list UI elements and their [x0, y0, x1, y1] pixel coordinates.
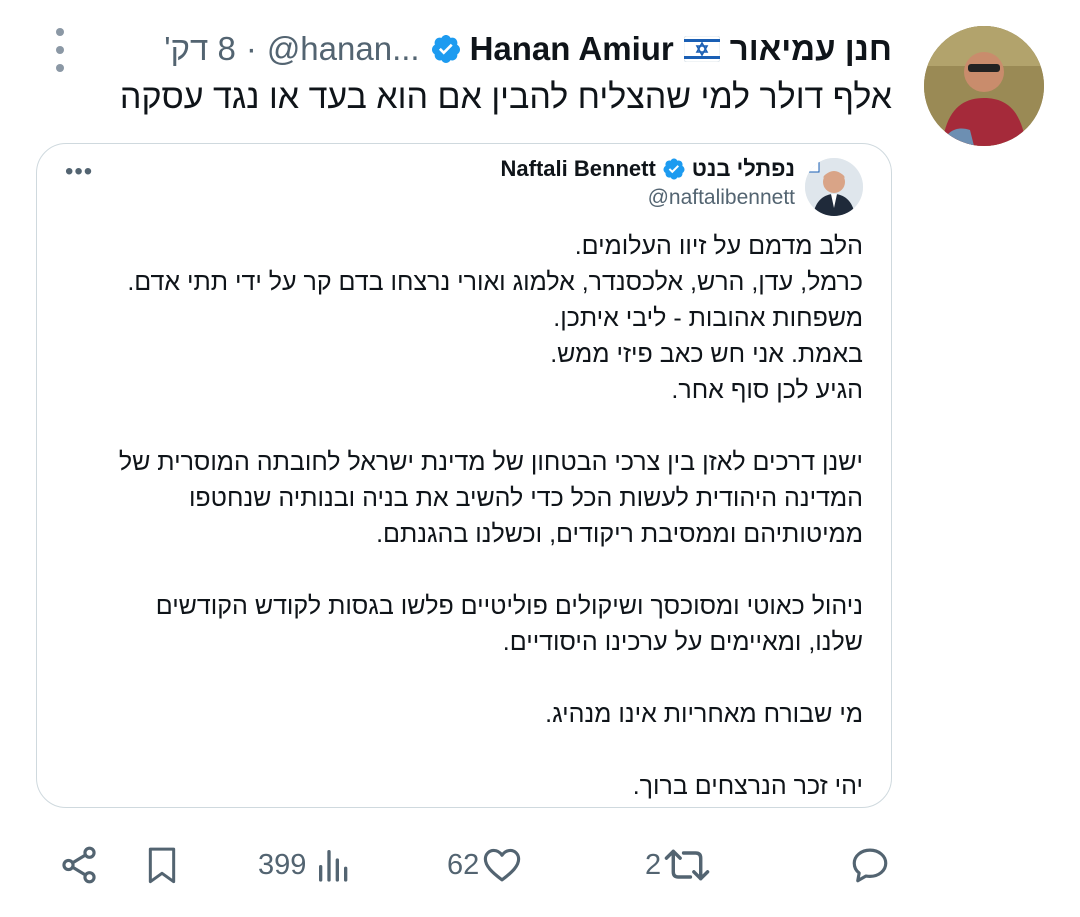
- quote-paragraph-gap: [63, 732, 863, 768]
- quote-body-line: מי שבורח מאחריות אינו מנהיג.: [545, 700, 863, 728]
- quote-author-handle[interactable]: @naftalibennett: [648, 186, 795, 210]
- quote-author-name-he[interactable]: נפתלי בנט: [692, 156, 795, 182]
- author-name[interactable]: חנן עמיאור: [730, 30, 892, 68]
- bookmark-icon: [148, 847, 176, 884]
- author-english-name[interactable]: Hanan Amiur: [470, 30, 674, 68]
- quote-body-line: המדינה היהודית לעשות הכל כדי להשיב את בנ…: [188, 484, 863, 512]
- quote-body-line: יהי זכר הנרצחים ברוך.: [632, 772, 863, 800]
- quote-author-name-en[interactable]: Naftali Bennett: [501, 156, 656, 182]
- quote-body-line: הגיע לכן סוף אחר.: [671, 376, 863, 404]
- quote-body: הלב מדמם על זיוו העלומים. כרמל, עדן, הרש,…: [63, 228, 863, 804]
- likes-count: 62: [447, 848, 480, 881]
- heart-icon: [484, 848, 521, 882]
- avatar-photo: [924, 26, 1044, 146]
- quote-author-avatar[interactable]: [805, 158, 863, 216]
- quote-body-line: הלב מדמם על זיוו העלומים.: [574, 232, 863, 260]
- tweet-text: אלף דולר למי שהצליח להבין אם הוא בעד או …: [119, 78, 892, 116]
- author-avatar[interactable]: [924, 26, 1044, 146]
- views-button[interactable]: 399: [258, 844, 354, 886]
- quote-body-line: שלנו, ומאיימים על ערכינו היסודיים.: [502, 628, 863, 656]
- author-handle[interactable]: @hanan...: [267, 30, 420, 68]
- like-button[interactable]: 62: [447, 844, 523, 886]
- share-button[interactable]: [58, 844, 100, 886]
- share-icon: [62, 846, 96, 884]
- retweet-icon: [664, 849, 710, 881]
- quote-body-line: משפחות אהובות - ליבי איתכן.: [553, 304, 863, 332]
- quote-body-line: כרמל, עדן, הרש, אלכסנדר, אלמוג ואורי נרצ…: [127, 268, 863, 296]
- quote-paragraph-gap: [63, 552, 863, 588]
- more-options-icon[interactable]: [52, 28, 68, 72]
- reply-icon: [852, 848, 888, 883]
- quote-body-line: ישנן דרכים לאזן בין צרכי הבטחון של מדינת…: [118, 448, 863, 476]
- tweet-time[interactable]: 8 דק': [164, 30, 236, 68]
- views-icon: [319, 850, 348, 882]
- quote-body-line: ממיטותיהם וממסיבת ריקודים, וכשלנו בהגנתם…: [376, 520, 863, 548]
- israel-flag-icon: [683, 36, 720, 62]
- bookmark-button[interactable]: [142, 844, 182, 886]
- views-count: 399: [258, 848, 307, 881]
- separator-dot: ·: [245, 30, 257, 67]
- quote-verified-badge-icon: [662, 157, 686, 181]
- retweet-button[interactable]: 2: [645, 844, 711, 886]
- quoted-tweet[interactable]: ••• נפתלי בנט Naftali Bennett @naftalibe…: [36, 143, 892, 808]
- quote-author-name-row: נפתלי בנט Naftali Bennett: [501, 156, 795, 182]
- action-bar: 399 62 2: [0, 830, 1080, 900]
- quote-more-icon[interactable]: •••: [65, 158, 93, 186]
- quote-avatar-photo: [805, 158, 863, 216]
- quote-paragraph-gap: [63, 660, 863, 696]
- tweet-header: חנן עמיאור Hanan Amiur @hanan... · 8 דק': [164, 26, 892, 72]
- quote-paragraph-gap: [63, 408, 863, 444]
- retweets-count: 2: [645, 848, 662, 881]
- verified-badge-icon: [430, 33, 462, 65]
- quote-body-line: באמת. אני חש כאב פיזי ממש.: [550, 340, 863, 368]
- quote-body-line: ניהול כאוטי ומסוכסך ושיקולים פוליטיים פל…: [155, 592, 863, 620]
- reply-button[interactable]: [848, 844, 892, 886]
